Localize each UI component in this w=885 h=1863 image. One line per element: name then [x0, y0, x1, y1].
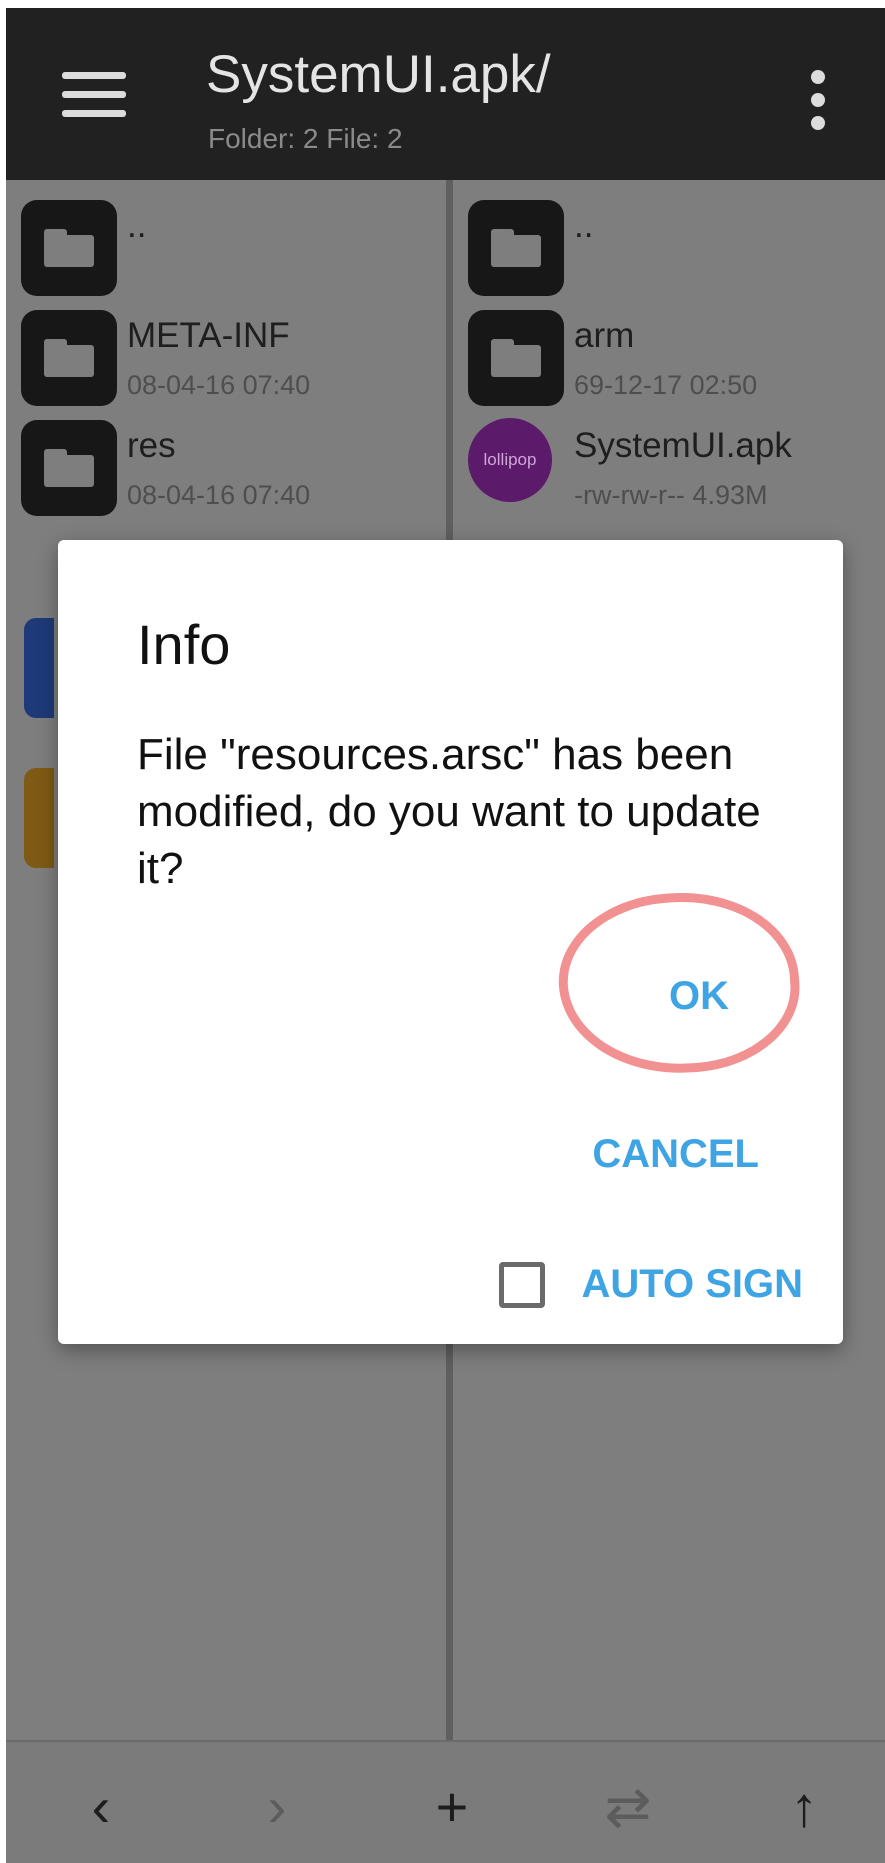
- folder-icon: [21, 200, 117, 296]
- file-icon-orange: [24, 768, 54, 868]
- list-item-arm[interactable]: arm 69-12-17 02:50: [453, 290, 885, 406]
- list-item-systemui-apk[interactable]: lollipop SystemUI.apk -rw-rw-r-- 4.93M: [453, 400, 885, 510]
- item-name: ..: [574, 206, 594, 245]
- item-name: META-INF: [127, 316, 290, 355]
- page-title: SystemUI.apk/: [206, 45, 551, 104]
- item-name: SystemUI.apk: [574, 426, 792, 465]
- menu-icon[interactable]: [62, 72, 136, 122]
- item-date: 69-12-17 02:50: [574, 370, 758, 400]
- folder-icon: [468, 310, 564, 406]
- list-item-parent-right[interactable]: ..: [453, 180, 885, 296]
- folder-icon: [21, 420, 117, 516]
- swap-icon[interactable]: ⇄: [593, 1772, 663, 1842]
- item-date: 08-04-16 07:40: [127, 480, 311, 510]
- auto-sign-label[interactable]: AUTO SIGN: [581, 1262, 803, 1307]
- item-name: res: [127, 426, 176, 465]
- item-name: ..: [127, 206, 147, 245]
- item-name: arm: [574, 316, 635, 355]
- forward-icon[interactable]: ›: [242, 1772, 312, 1842]
- list-item-res[interactable]: res 08-04-16 07:40: [6, 400, 446, 516]
- list-item-meta-inf[interactable]: META-INF 08-04-16 07:40: [6, 290, 446, 406]
- list-item-parent-left[interactable]: ..: [6, 180, 446, 296]
- lollipop-apk-icon: lollipop: [468, 418, 552, 502]
- up-icon[interactable]: ↑: [769, 1772, 839, 1842]
- dialog-title: Info: [137, 613, 231, 676]
- folder-icon: [468, 200, 564, 296]
- bottom-toolbar: ‹ › + ⇄ ↑: [6, 1740, 885, 1863]
- item-permissions-size: -rw-rw-r-- 4.93M: [574, 480, 768, 510]
- app-header: SystemUI.apk/ Folder: 2 File: 2: [6, 8, 885, 180]
- file-icon-blue: [24, 618, 54, 718]
- screen: SystemUI.apk/ Folder: 2 File: 2 .. META-…: [0, 0, 885, 1863]
- cancel-button[interactable]: CANCEL: [592, 1132, 759, 1177]
- add-icon[interactable]: +: [417, 1772, 487, 1842]
- item-date: 08-04-16 07:40: [127, 370, 311, 400]
- more-vert-icon[interactable]: [811, 70, 827, 130]
- dialog-message: File "resources.arsc" has been modified,…: [137, 730, 761, 893]
- folder-icon: [21, 310, 117, 406]
- auto-sign-checkbox[interactable]: [499, 1262, 545, 1308]
- back-icon[interactable]: ‹: [66, 1772, 136, 1842]
- folder-file-count: Folder: 2 File: 2: [208, 123, 403, 154]
